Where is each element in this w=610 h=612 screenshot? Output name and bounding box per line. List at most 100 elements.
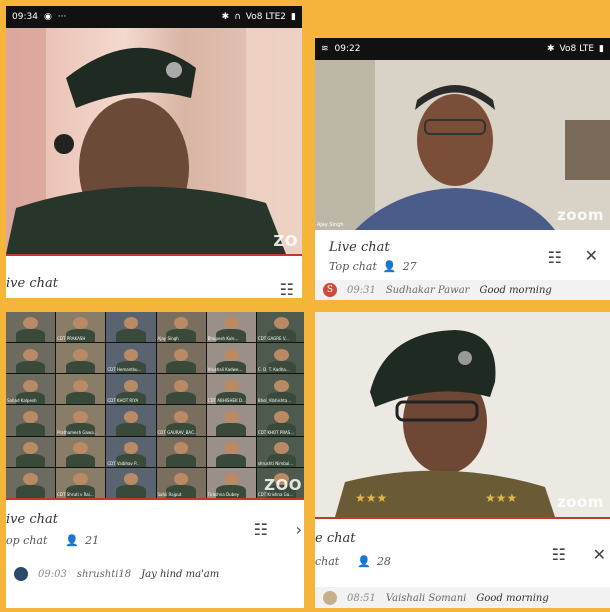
person-icon: 👤 bbox=[357, 555, 371, 568]
participant-tile[interactable]: Sahil Rajput bbox=[156, 467, 206, 498]
participant-name: Vrushali Kadwe... bbox=[207, 367, 243, 373]
participant-tile[interactable]: Tirashna Dubey bbox=[206, 467, 256, 498]
message-user: Sudhakar Pawar bbox=[385, 284, 470, 296]
person-icon: 👤 bbox=[65, 534, 80, 547]
participant-name: CDT GAGRE V... bbox=[257, 336, 289, 342]
participant-head bbox=[173, 410, 189, 423]
filter-icon[interactable]: ☷ bbox=[254, 520, 268, 539]
participant-head bbox=[73, 379, 89, 392]
participant-tile[interactable]: Prathamesh Gawa... bbox=[56, 405, 106, 436]
participant-tile[interactable] bbox=[6, 405, 56, 436]
message-time: 09:03 bbox=[38, 568, 67, 580]
participant-name: CDT KHOT PRAS... bbox=[257, 429, 295, 435]
participant-tile[interactable]: CDT GAURAV_BAC... bbox=[156, 405, 206, 436]
participant-name: Tirashna Dubey bbox=[207, 491, 240, 497]
filter-icon[interactable]: ☷ bbox=[548, 248, 562, 267]
participant-tile[interactable] bbox=[156, 343, 206, 374]
panel-top-right: ≋ 09:22 ✱ Vo8 LTE ▮ Ajay Singh zoom Live… bbox=[315, 38, 610, 300]
participant-head bbox=[73, 410, 89, 423]
top-chat-selector[interactable]: chat 👤 28 bbox=[315, 555, 391, 568]
message-text: Good morning bbox=[479, 284, 552, 296]
top-chat-label: op chat bbox=[6, 534, 48, 547]
participant-tile[interactable]: Bhupesh Kuls... bbox=[206, 312, 256, 343]
top-chat-selector[interactable]: Top chat 👤 27 bbox=[329, 260, 417, 273]
participant-tile[interactable] bbox=[6, 312, 56, 343]
participant-name: CDT KHOT RIYA bbox=[107, 398, 139, 404]
person-icon: 👤 bbox=[382, 260, 397, 273]
participant-tile[interactable] bbox=[106, 405, 156, 436]
viewer-count: 21 bbox=[85, 534, 100, 547]
message-user: Vaishali Somani bbox=[385, 592, 467, 604]
participant-tile[interactable] bbox=[56, 374, 106, 405]
participant-head bbox=[274, 379, 289, 392]
top-chat-label: Top chat bbox=[329, 260, 377, 273]
participant-tile[interactable]: CDT Vaibhav P... bbox=[106, 436, 156, 467]
participant-head bbox=[223, 348, 239, 361]
battery-icon: ▮ bbox=[599, 44, 604, 54]
participant-tile[interactable]: CDT GAGRE V... bbox=[256, 312, 304, 343]
participant-tile[interactable] bbox=[106, 312, 156, 343]
participant-tile[interactable] bbox=[156, 374, 206, 405]
filter-icon[interactable]: ☷ bbox=[552, 545, 566, 564]
participant-tile[interactable]: CDT ABHISHEK D... bbox=[206, 374, 256, 405]
zoom-watermark: zoom bbox=[557, 206, 604, 224]
participant-tile[interactable]: CDT KHOT RIYA bbox=[106, 374, 156, 405]
filter-icon[interactable]: ☷ bbox=[280, 280, 294, 298]
participant-tile[interactable]: Sahad Kalpesh bbox=[6, 374, 56, 405]
participant-tile[interactable] bbox=[206, 405, 256, 436]
avatar bbox=[14, 567, 28, 581]
participant-tile[interactable] bbox=[6, 436, 56, 467]
zoom-watermark: zoom bbox=[557, 493, 604, 511]
participant-tile[interactable] bbox=[156, 436, 206, 467]
participant-tile[interactable]: CDT Hemantku... bbox=[106, 343, 156, 374]
participant-name: C. D. T. Kadha... bbox=[257, 367, 290, 373]
bluetooth-icon: ✱ bbox=[546, 44, 555, 54]
viewer-count: 27 bbox=[402, 260, 417, 273]
chevron-right-icon[interactable]: › bbox=[296, 520, 302, 539]
status-bar: 09:34 ◉ ··· ✱ ∩ Vo8 LTE2 ▮ bbox=[6, 6, 302, 28]
message-time: 08:51 bbox=[347, 592, 376, 604]
participant-tile[interactable]: Vrushali Kadwe... bbox=[206, 343, 256, 374]
status-bar: ≋ 09:22 ✱ Vo8 LTE ▮ bbox=[315, 38, 610, 60]
participant-grid: CDT PRAKASH Ajay Singh Bhupesh Kuls... CDT … bbox=[6, 312, 304, 498]
participant-tile[interactable] bbox=[6, 467, 56, 498]
participant-tile[interactable]: Bhol_Vibhishta... bbox=[256, 374, 304, 405]
participant-tile[interactable] bbox=[6, 343, 56, 374]
participant-head bbox=[274, 442, 289, 455]
whatsapp-icon: ◉ bbox=[43, 12, 52, 22]
live-chat-title: e chat bbox=[315, 531, 356, 546]
participant-body bbox=[166, 454, 196, 467]
live-chat-title: Live chat bbox=[329, 240, 390, 255]
participant-video-image bbox=[6, 28, 302, 254]
participant-tile[interactable]: Ajay Singh bbox=[156, 312, 206, 343]
participant-tile[interactable] bbox=[106, 467, 156, 498]
participant-tile[interactable]: CDT PRAKASH bbox=[56, 312, 106, 343]
participant-name: CDT GAURAV_BAC... bbox=[157, 429, 198, 435]
participant-body bbox=[216, 422, 246, 436]
participant-tile[interactable]: shrushti Nimbal... bbox=[256, 436, 304, 467]
participant-head bbox=[173, 348, 189, 361]
participant-head bbox=[223, 379, 239, 392]
top-chat-selector[interactable]: op chat 👤 21 bbox=[6, 534, 99, 547]
participant-name: CDT PRAKASH bbox=[57, 336, 86, 342]
participant-tile[interactable] bbox=[56, 343, 106, 374]
participant-head bbox=[274, 410, 289, 423]
participant-head bbox=[23, 442, 38, 455]
participant-name: Prathamesh Gawa... bbox=[57, 429, 98, 435]
participant-head bbox=[23, 410, 38, 423]
participant-tile[interactable] bbox=[56, 436, 106, 467]
participant-body bbox=[15, 454, 46, 467]
participant-body bbox=[166, 360, 196, 374]
participant-head bbox=[173, 473, 189, 486]
participant-tile[interactable]: CDT KHOT PRAS... bbox=[256, 405, 304, 436]
participant-video-image: ★★★ ★★★ bbox=[315, 312, 610, 517]
close-icon[interactable]: ✕ bbox=[585, 246, 598, 265]
participant-tile[interactable]: CDT Shruti v Rai... bbox=[56, 467, 106, 498]
participant-head bbox=[274, 317, 289, 330]
network-label: Vo8 LTE bbox=[559, 44, 595, 54]
participant-tile[interactable] bbox=[206, 436, 256, 467]
close-icon[interactable]: ✕ bbox=[593, 545, 606, 564]
participant-video-image bbox=[315, 60, 610, 230]
participant-tile[interactable]: C. D. T. Kadha... bbox=[256, 343, 304, 374]
live-chat-bar: ive chat op chat 👤 21 ☷ › 09:03 shrushti… bbox=[6, 498, 304, 608]
